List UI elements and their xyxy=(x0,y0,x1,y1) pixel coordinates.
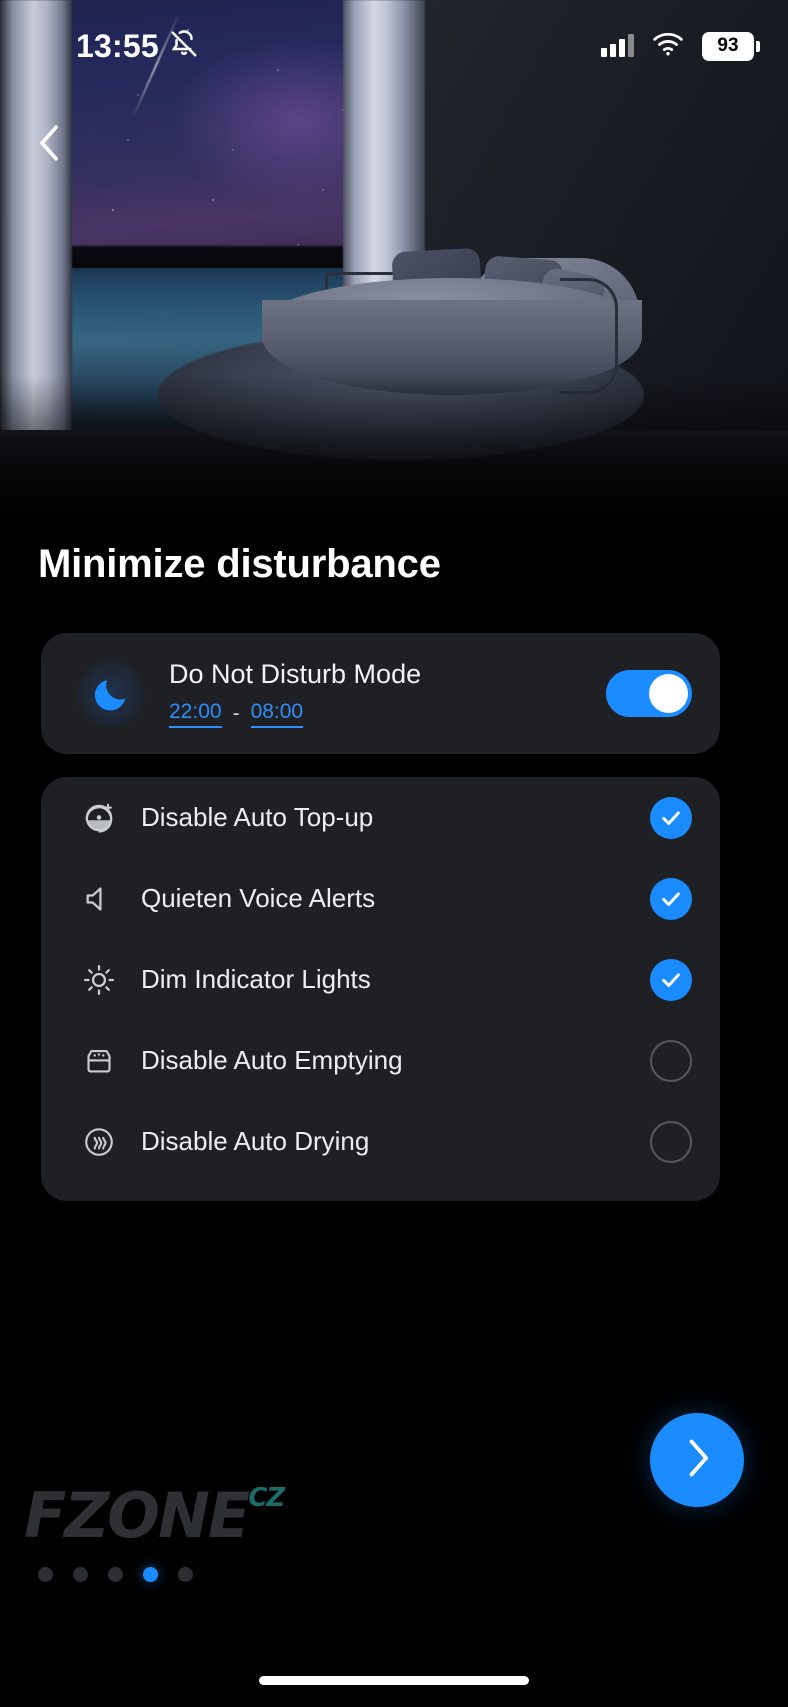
option-label: Disable Auto Top-up xyxy=(141,802,374,832)
page-dot[interactable] xyxy=(38,1567,53,1582)
status-bar-left: 13:55 xyxy=(76,28,199,65)
page-title: Minimize disturbance xyxy=(38,542,441,586)
status-bar: 13:55 93 xyxy=(0,0,788,92)
options-card: Disable Auto Top-up Quieten Voice Alerts xyxy=(41,777,720,1201)
page-dot[interactable] xyxy=(108,1567,123,1582)
speaker-icon xyxy=(75,882,123,916)
option-row-indicator-lights[interactable]: Dim Indicator Lights xyxy=(41,939,720,1020)
option-label: Disable Auto Emptying xyxy=(141,1045,403,1075)
option-row-voice-alerts[interactable]: Quieten Voice Alerts xyxy=(41,858,720,939)
back-button[interactable] xyxy=(22,118,76,172)
battery-indicator: 93 xyxy=(702,31,760,61)
moon-icon xyxy=(75,657,147,730)
dnd-start-time[interactable]: 22:00 xyxy=(169,700,222,728)
page-dot[interactable] xyxy=(73,1567,88,1582)
option-label: Quieten Voice Alerts xyxy=(141,883,376,913)
hero-gradient-overlay xyxy=(0,375,788,525)
page-dot[interactable] xyxy=(178,1567,193,1582)
status-bar-right: 93 xyxy=(601,31,760,61)
option-checkbox[interactable] xyxy=(650,1120,692,1163)
watermark-text: FZONE xyxy=(24,1479,250,1552)
steam-dry-icon xyxy=(75,1125,123,1159)
do-not-disturb-label: Do Not Disturb Mode xyxy=(169,659,422,690)
option-checkbox[interactable] xyxy=(650,1039,692,1082)
signal-bars-icon xyxy=(601,34,634,57)
option-label: Dim Indicator Lights xyxy=(141,964,371,994)
next-button[interactable] xyxy=(650,1413,744,1507)
option-checkbox[interactable] xyxy=(650,877,692,920)
do-not-disturb-toggle[interactable] xyxy=(606,670,692,717)
option-label: Disable Auto Drying xyxy=(141,1126,370,1156)
wifi-icon xyxy=(652,32,684,61)
brightness-icon xyxy=(75,963,123,997)
do-not-disturb-text: Do Not Disturb Mode 22:00 - 08:00 xyxy=(169,659,606,728)
page-dot-active[interactable] xyxy=(143,1567,158,1582)
do-not-disturb-row[interactable]: Do Not Disturb Mode 22:00 - 08:00 xyxy=(41,633,720,754)
dnd-time-separator: - xyxy=(232,701,240,725)
status-time: 13:55 xyxy=(76,27,159,64)
do-not-disturb-card: Do Not Disturb Mode 22:00 - 08:00 xyxy=(41,633,720,754)
option-row-auto-topup[interactable]: Disable Auto Top-up xyxy=(41,777,720,858)
option-row-auto-emptying[interactable]: Disable Auto Emptying xyxy=(41,1020,720,1101)
auto-topup-icon xyxy=(75,801,123,835)
bell-muted-icon xyxy=(169,29,199,64)
option-checkbox[interactable] xyxy=(650,958,692,1001)
chevron-right-icon xyxy=(682,1436,712,1485)
watermark-suffix: CZ xyxy=(248,1483,285,1513)
dustbin-icon xyxy=(75,1044,123,1078)
do-not-disturb-schedule: 22:00 - 08:00 xyxy=(169,700,606,728)
option-checkbox[interactable] xyxy=(650,796,692,839)
toggle-knob xyxy=(649,674,688,713)
home-indicator xyxy=(259,1676,529,1685)
option-row-auto-drying[interactable]: Disable Auto Drying xyxy=(41,1101,720,1182)
battery-level-text: 93 xyxy=(717,35,739,56)
page-indicator xyxy=(38,1567,193,1582)
phone-screen: 13:55 93 Minimize disturbance Do Not Dis… xyxy=(0,0,788,1707)
watermark: FZONE CZ xyxy=(24,1479,285,1552)
dnd-end-time[interactable]: 08:00 xyxy=(250,700,304,728)
chevron-left-icon xyxy=(34,122,64,169)
